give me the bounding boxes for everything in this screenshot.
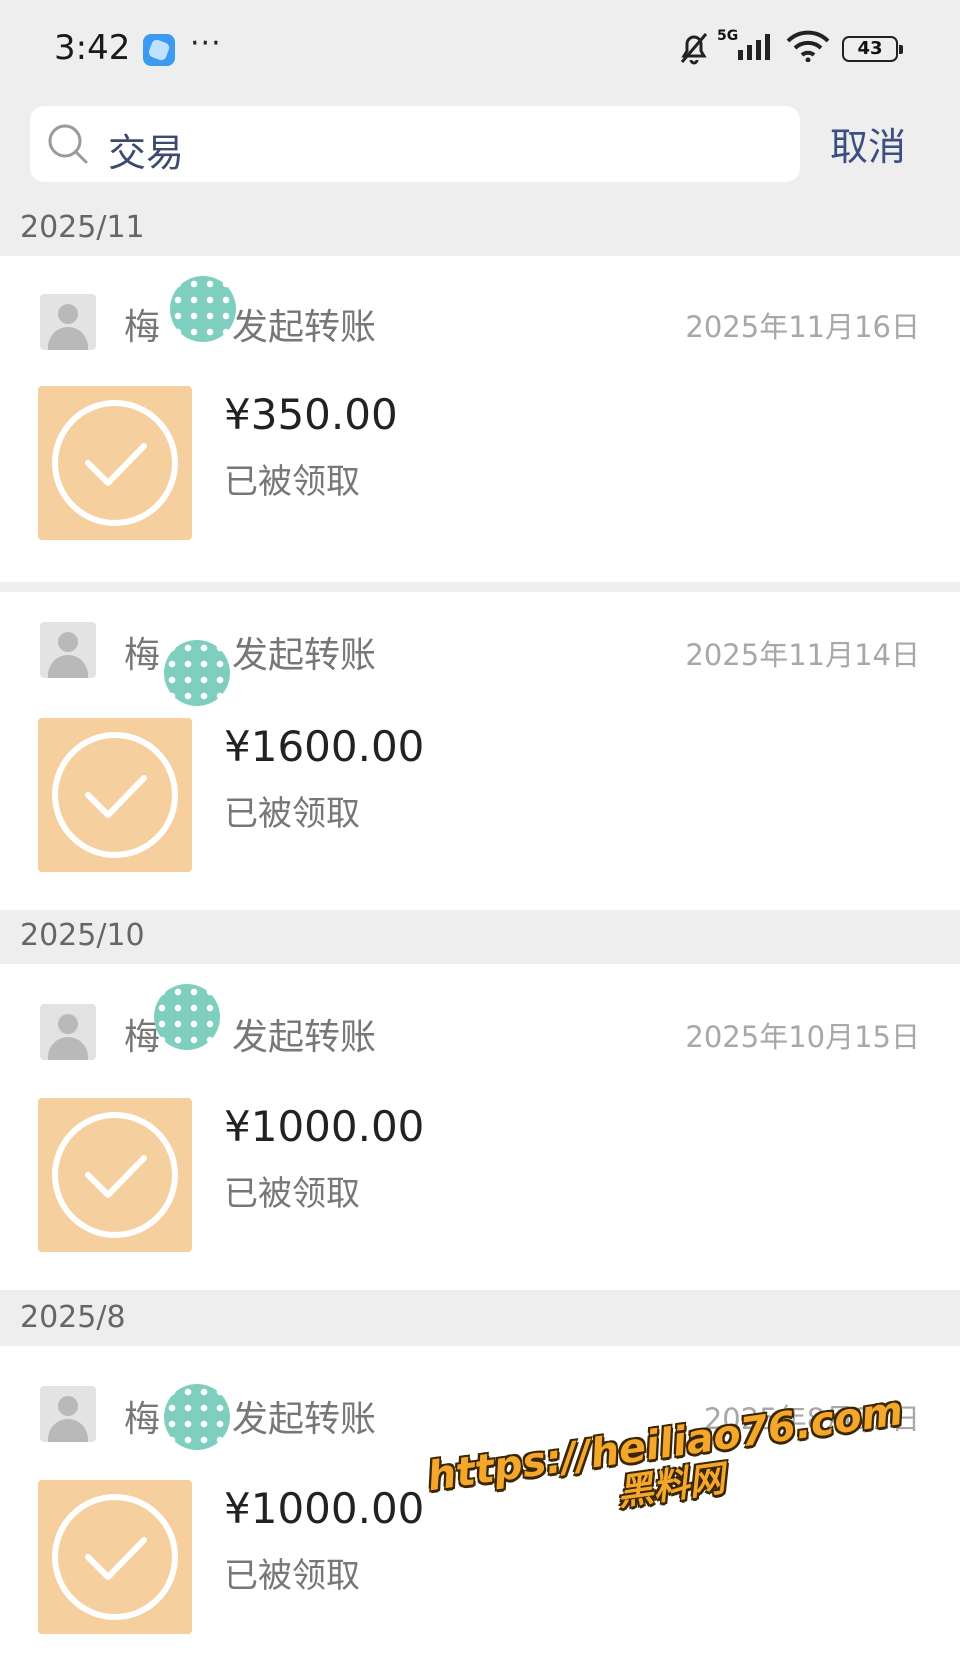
- avatar: [40, 1386, 96, 1442]
- battery-indicator: 43: [842, 36, 903, 62]
- transaction-status: 已被领取: [224, 1174, 360, 1214]
- transaction-title: 发起转账: [232, 307, 377, 348]
- avatar: [40, 622, 96, 678]
- transaction-status: 已被领取: [224, 794, 360, 834]
- transaction-amount: ¥1000.00: [224, 1484, 425, 1533]
- transaction-title: 发起转账: [232, 1399, 377, 1440]
- transfer-received-icon: [38, 718, 192, 872]
- transaction-date: 2025年11月14日: [685, 638, 920, 672]
- transaction-status: 已被领取: [224, 1556, 360, 1596]
- signal-icon: [738, 34, 770, 60]
- month-header: 2025/10: [0, 910, 960, 964]
- sender-name: 梅: [124, 635, 161, 676]
- sender-name: 梅: [124, 1399, 161, 1440]
- mute-bell-icon: [680, 33, 708, 65]
- transaction-card[interactable]: 梅 发起转账 2025年10月15日 ¥1000.00 已被领取: [0, 964, 960, 1290]
- transaction-status: 已被领取: [224, 462, 360, 502]
- search-icon: [48, 124, 88, 164]
- avatar: [40, 294, 96, 350]
- cancel-button[interactable]: 取消: [830, 116, 906, 171]
- month-header: 2025/8: [0, 1292, 960, 1346]
- transaction-date: 2025年11月16日: [685, 310, 920, 344]
- transaction-amount: ¥1000.00: [224, 1102, 425, 1151]
- transaction-title: 发起转账: [232, 1017, 377, 1058]
- search-input[interactable]: 交易: [30, 106, 800, 182]
- transaction-amount: ¥350.00: [224, 390, 398, 439]
- transfer-received-icon: [38, 1480, 192, 1634]
- redaction-mark: [164, 640, 230, 706]
- app-notification-icon: [143, 34, 175, 66]
- transfer-received-icon: [38, 1098, 192, 1252]
- transfer-received-icon: [38, 386, 192, 540]
- redaction-mark: [154, 984, 220, 1050]
- avatar: [40, 1004, 96, 1060]
- redaction-mark: [164, 1384, 230, 1450]
- clock: 3:42: [54, 28, 131, 68]
- status-bar: 3:42 ··· 5G 43: [0, 0, 960, 100]
- month-label: 2025/11: [20, 210, 145, 245]
- more-notifications-icon: ···: [190, 26, 222, 61]
- transaction-card[interactable]: 梅 发起转账 2025年11月16日 ¥350.00 已被领取: [0, 256, 960, 582]
- redaction-mark: [170, 276, 236, 342]
- transaction-title: 发起转账: [232, 635, 377, 676]
- month-label: 2025/10: [20, 918, 145, 953]
- network-type: 5G: [717, 28, 739, 44]
- transaction-date: 2025年10月15日: [685, 1020, 920, 1054]
- transaction-amount: ¥1600.00: [224, 722, 425, 771]
- sender-name: 梅: [124, 307, 161, 348]
- search-query-text: 交易: [108, 131, 185, 175]
- month-label: 2025/8: [20, 1300, 126, 1335]
- month-header: 2025/11: [0, 202, 960, 256]
- wifi-icon: [786, 30, 830, 62]
- transaction-card[interactable]: 梅 发起转账 2025年11月14日 ¥1600.00 已被领取: [0, 592, 960, 910]
